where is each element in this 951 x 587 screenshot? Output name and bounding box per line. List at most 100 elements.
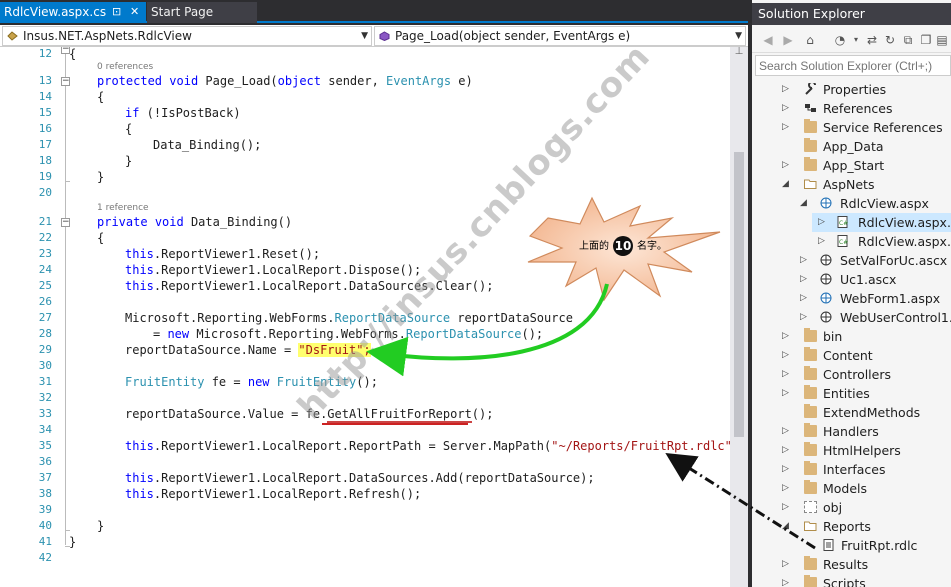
folder-icon [804,119,817,133]
tree-item-obj[interactable]: ▷ obj [752,498,951,517]
tree-item-models[interactable]: ▷ Models [752,479,951,498]
tree-item-label: RdlcView.aspx [840,196,929,211]
tree-item-handlers[interactable]: ▷ Handlers [752,422,951,441]
expand-icon[interactable]: ▷ [800,251,810,270]
home-icon[interactable]: ⌂ [802,32,818,48]
tree-item-bin[interactable]: ▷ bin [752,327,951,346]
tree-item-htmlhelpers[interactable]: ▷ HtmlHelpers [752,441,951,460]
back-icon[interactable]: ◀ [760,32,776,48]
collapse-all-icon[interactable]: ⧉ [900,32,916,48]
line-number: 39 [38,503,52,516]
expand-icon[interactable]: ▷ [782,555,792,574]
solution-explorer-title: Solution Explorer [752,3,951,25]
code-token: ReportDataSource [405,327,522,341]
outline-guide [65,54,66,545]
tree-item-uc1[interactable]: ▷ Uc1.ascx [752,270,951,289]
refresh-icon[interactable]: ↻ [882,32,898,48]
code-line: this.ReportViewer1.LocalReport.ReportPat… [125,438,746,454]
expand-icon[interactable]: ▷ [782,384,792,403]
collapse-icon[interactable]: ◢ [800,194,810,213]
expand-icon[interactable]: ▷ [782,80,792,99]
tree-item-webform1[interactable]: ▷ WebForm1.aspx [752,289,951,308]
tree-item-content[interactable]: ▷ Content [752,346,951,365]
pin-icon[interactable]: ⊡ [112,2,121,22]
document-tab-bar: RdlcView.aspx.cs ⊡ ✕ Start Page [0,0,748,23]
tree-item-references[interactable]: ▷ References [752,99,951,118]
code-token: new [247,375,270,389]
scrollbar-thumb[interactable] [734,152,744,437]
collapse-icon[interactable]: ◢ [782,175,792,194]
properties-icon[interactable]: ▤ [934,32,950,48]
line-number: 26 [38,295,52,308]
expand-icon[interactable]: ▷ [818,232,828,251]
line-number: 18 [38,154,52,167]
history-icon[interactable]: ◔ [832,32,848,48]
code-token: Microsoft.Reporting.WebForms. [125,311,335,325]
tree-item-extendmethods[interactable]: ExtendMethods [752,403,951,422]
code-token: FruitEntity [125,375,205,389]
expand-icon[interactable]: ▷ [800,289,810,308]
line-number: 41 [38,535,52,548]
tree-item-label: obj [823,500,843,515]
tree-item-webusercontrol1[interactable]: ▷ WebUserControl1.a [752,308,951,327]
expand-icon[interactable]: ▷ [782,574,792,587]
sync-icon[interactable]: ⇄ [864,32,880,48]
solution-tree[interactable]: ▷ Properties ▷ References ▷ Service Refe… [752,80,951,587]
tree-item-interfaces[interactable]: ▷ Interfaces [752,460,951,479]
expand-icon[interactable]: ▷ [782,365,792,384]
code-token: reportDataSource.Value = fe. [125,407,328,421]
expand-icon[interactable]: ▷ [782,99,792,118]
expand-icon[interactable]: ▷ [782,156,792,175]
solution-explorer-search-input[interactable] [755,55,951,76]
copy-icon[interactable]: ❐ [918,32,934,48]
forward-icon[interactable]: ▶ [780,32,796,48]
expand-icon[interactable]: ▷ [782,460,792,479]
underlined-method: GetAllFruitForReport [327,407,472,423]
tab-rdlcview-cs[interactable]: RdlcView.aspx.cs ⊡ ✕ [0,2,146,23]
tree-item-service-references[interactable]: ▷ Service References [752,118,951,137]
codelens-references[interactable]: 0 references [97,61,153,73]
line-number: 13 [38,74,52,87]
code-line: if (!IsPostBack) [125,105,241,121]
expand-icon[interactable]: ▷ [782,422,792,441]
expand-icon[interactable]: ▷ [782,479,792,498]
editor-vertical-scrollbar[interactable] [730,47,748,587]
tree-item-app-start[interactable]: ▷ App_Start [752,156,951,175]
expand-icon[interactable]: ▷ [782,441,792,460]
tree-item-setvalforuc[interactable]: ▷ SetValForUc.ascx [752,251,951,270]
ascx-file-icon [820,311,832,323]
expand-icon[interactable]: ▷ [782,346,792,365]
split-window-icon[interactable]: ⊥ [730,47,748,59]
chevron-down-icon[interactable]: ▾ [848,32,864,48]
code-token: } [97,519,105,533]
close-icon[interactable]: ✕ [130,2,139,22]
expand-icon[interactable]: ▷ [818,213,828,232]
tree-item-app-data[interactable]: App_Data [752,137,951,156]
tree-item-fruitrpt[interactable]: FruitRpt.rdlc [752,536,951,555]
tree-item-label: Interfaces [823,462,886,477]
tab-start-page[interactable]: Start Page [147,2,257,23]
tree-item-label: Properties [823,82,887,97]
tree-item-properties[interactable]: ▷ Properties [752,80,951,99]
collapse-icon[interactable]: ◢ [782,517,792,536]
member-dropdown[interactable]: Page_Load(object sender, EventArgs e) ▼ [374,26,746,46]
tree-item-scripts[interactable]: ▷ Scripts [752,574,951,587]
tree-item-rdlcview-aspx[interactable]: ◢ RdlcView.aspx [752,194,951,213]
expand-icon[interactable]: ▷ [800,270,810,289]
tree-item-controllers[interactable]: ▷ Controllers [752,365,951,384]
tree-item-rdlcview-designer[interactable]: ▷ C# RdlcView.aspx.d [752,232,951,251]
expand-icon[interactable]: ▷ [782,498,792,517]
expand-icon[interactable]: ▷ [782,118,792,137]
tree-item-rdlcview-aspx-cs[interactable]: ▷ C# RdlcView.aspx.c [812,213,951,232]
expand-icon[interactable]: ▷ [800,308,810,327]
code-token: { [69,47,77,61]
code-line: protected void Page_Load(object sender, … [97,73,473,89]
expand-icon[interactable]: ▷ [782,327,792,346]
tree-item-entities[interactable]: ▷ Entities [752,384,951,403]
tree-item-aspnets[interactable]: ◢ AspNets [752,175,951,194]
line-number: 40 [38,519,52,532]
codelens-references[interactable]: 1 reference [97,202,149,214]
tree-item-reports[interactable]: ◢ Reports [752,517,951,536]
type-dropdown[interactable]: Insus.NET.AspNets.RdlcView ▼ [2,26,372,46]
tree-item-results[interactable]: ▷ Results [752,555,951,574]
